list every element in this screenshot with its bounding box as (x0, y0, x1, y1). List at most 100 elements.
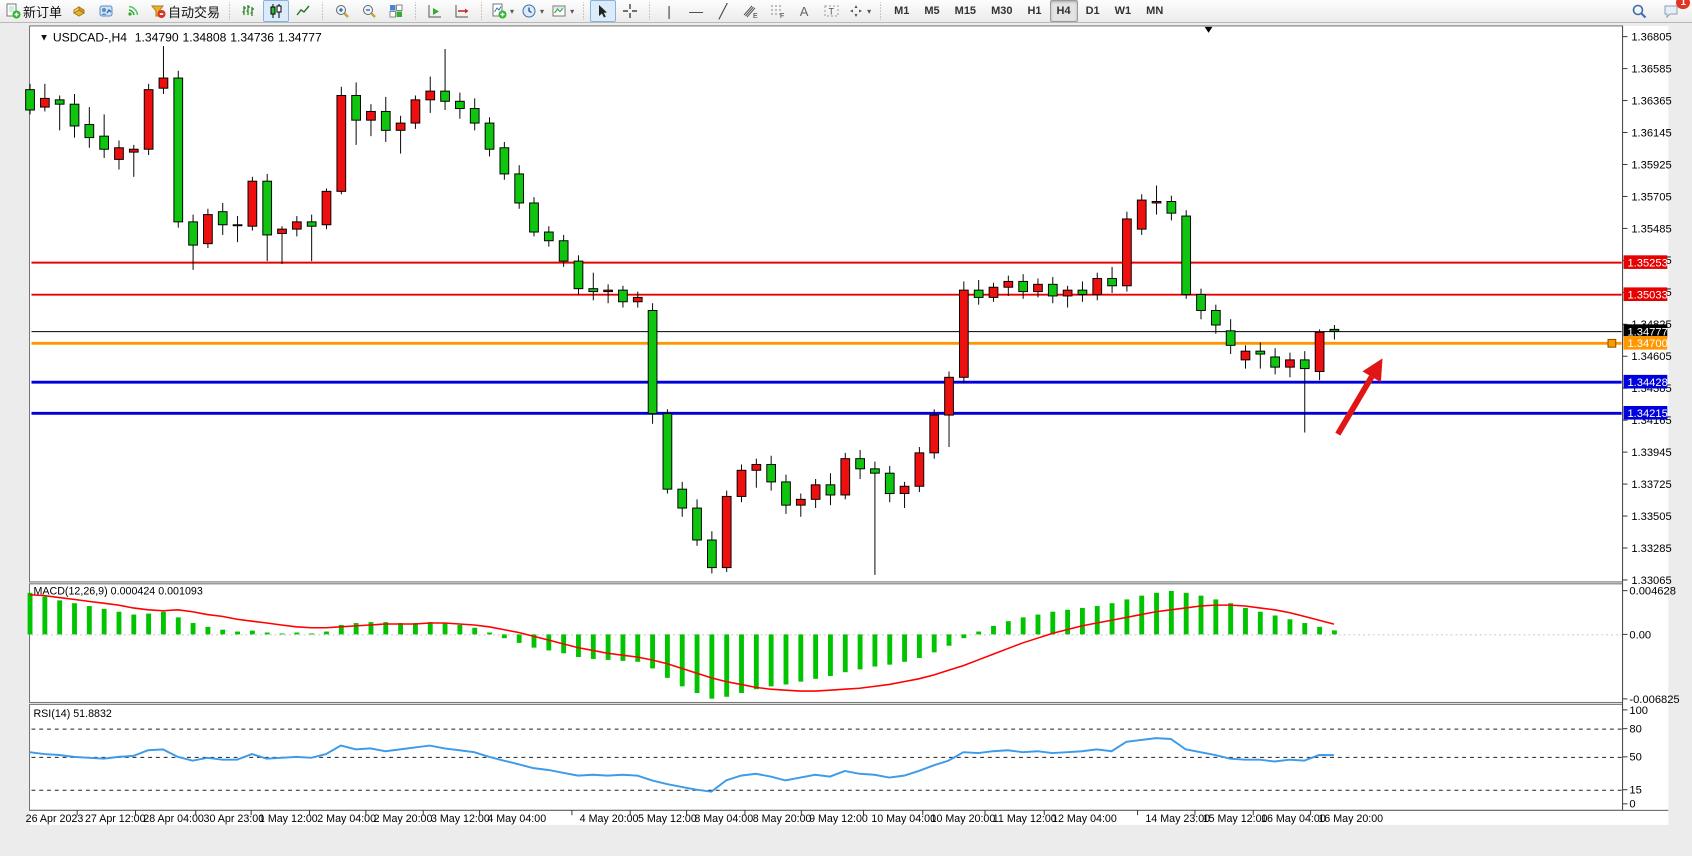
candle-body-up (633, 297, 642, 301)
time-axis-label: 28 Apr 04:00 (143, 813, 204, 825)
macd-histogram-bar (369, 622, 374, 634)
time-axis-label: 4 May 04:00 (487, 813, 546, 825)
market-button[interactable] (66, 0, 92, 22)
cursor-tool-button[interactable] (590, 0, 616, 22)
toolbar-grip (478, 2, 485, 20)
macd-histogram-bar (354, 623, 359, 634)
macd-histogram-bar (1036, 615, 1041, 635)
candle (248, 177, 257, 231)
candle-body-up (426, 91, 435, 100)
indicators-button[interactable]: ▾ (488, 0, 517, 22)
macd-histogram-bar (917, 634, 922, 658)
crosshair-tool-button[interactable] (617, 0, 643, 22)
time-axis-label: 8 May 04:00 (694, 813, 753, 825)
candle-body-down (767, 464, 776, 481)
timeframe-h1[interactable]: H1 (1020, 0, 1048, 22)
rsi-axis-label: 80 (1629, 724, 1641, 736)
candle-body-down (871, 469, 880, 473)
candle-body-down (648, 310, 657, 413)
macd-histogram-bar (250, 631, 255, 635)
macd-histogram-bar (220, 630, 225, 635)
templates-button[interactable]: ▾ (548, 0, 577, 22)
auto-scroll-icon (427, 3, 443, 19)
svg-text:F: F (780, 13, 784, 19)
price-axis-label: 1.33285 (1631, 543, 1671, 555)
candle-body-up (292, 222, 301, 229)
macd-histogram-bar (146, 614, 151, 635)
line-chart-button[interactable] (290, 0, 316, 22)
fibonacci-tool-button[interactable]: F (764, 0, 790, 22)
timeframe-m5[interactable]: M5 (917, 0, 946, 22)
candle-body-up (322, 191, 331, 224)
candlestick-chart-button[interactable] (263, 0, 289, 22)
timeframe-h4[interactable]: H4 (1050, 0, 1078, 22)
auto-scroll-button[interactable] (422, 0, 448, 22)
candle-body-up (1093, 279, 1102, 295)
tile-windows-button[interactable] (383, 0, 409, 22)
channel-tool-button[interactable]: E (737, 0, 763, 22)
timeframe-mn[interactable]: MN (1139, 0, 1170, 22)
candle-body-down (974, 290, 983, 297)
autotrading-button[interactable]: 自动交易 (147, 0, 223, 22)
periods-button[interactable]: ▾ (518, 0, 547, 22)
text-tool-button[interactable]: A (791, 0, 817, 22)
macd-histogram-bar (57, 600, 62, 634)
vertical-line-tool-button[interactable]: | (656, 0, 682, 22)
chevron-down-icon: ▾ (867, 7, 871, 16)
orange-level-line-handle[interactable] (1608, 339, 1616, 347)
indicators-icon (491, 3, 507, 19)
bar-chart-button[interactable] (236, 0, 262, 22)
macd-pane[interactable] (30, 584, 1623, 703)
price-axis-label: 1.35705 (1631, 191, 1671, 203)
chart-canvas[interactable]: 1.368051.365851.363651.361451.359251.357… (0, 24, 1692, 856)
label-tool-button[interactable]: T (818, 0, 844, 22)
time-axis-label: 9 May 12:00 (809, 813, 868, 825)
candle-body-down (441, 91, 450, 101)
open-value: 1.34790 (135, 30, 179, 44)
search-button[interactable] (1626, 0, 1652, 22)
macd-histogram-bar (754, 634, 759, 689)
svg-text:E: E (753, 13, 758, 19)
macd-histogram-bar (976, 632, 981, 635)
time-axis-label: 3 May 12:00 (431, 813, 490, 825)
trendline-tool-button[interactable]: ╱ (710, 0, 736, 22)
price-axis-label: 1.36365 (1631, 95, 1671, 107)
candle-body-down (470, 109, 479, 124)
arrows-tool-button[interactable]: ▾ (845, 0, 874, 22)
candle-body-down (1182, 216, 1191, 294)
candlestick-icon (268, 3, 284, 19)
timeframe-m1[interactable]: M1 (887, 0, 916, 22)
macd-histogram-bar (1258, 612, 1263, 635)
candle-body-up (1137, 200, 1146, 229)
chart-menu-arrow[interactable]: ▼ (39, 33, 49, 44)
price-axis-label: 1.36585 (1631, 63, 1671, 75)
macd-histogram-bar (1050, 612, 1055, 635)
timeframe-d1[interactable]: D1 (1079, 0, 1107, 22)
symbol-label: USDCAD-,H4 (53, 30, 127, 44)
signal-button[interactable] (120, 0, 146, 22)
timeframe-m15[interactable]: M15 (948, 0, 983, 22)
macd-histogram-bar (1021, 617, 1026, 634)
chart-shift-button[interactable] (449, 0, 475, 22)
chat-button[interactable]: 1 (1658, 0, 1684, 22)
timeframe-m30[interactable]: M30 (984, 0, 1019, 22)
toolbar-grip (412, 2, 419, 20)
low-value: 1.34736 (230, 30, 274, 44)
timeframe-w1[interactable]: W1 (1108, 0, 1139, 22)
rsi-label: RSI(14) 51.8832 (33, 708, 111, 720)
profile-button[interactable] (93, 0, 119, 22)
zoom-out-button[interactable] (356, 0, 382, 22)
macd-histogram-bar (650, 634, 655, 668)
autotrading-icon (150, 3, 166, 19)
zoom-in-button[interactable] (329, 0, 355, 22)
rsi-axis-label: 100 (1629, 705, 1648, 717)
candle-body-down (544, 232, 553, 241)
horizontal-line-icon: — (689, 4, 703, 18)
main-price-pane[interactable] (30, 26, 1623, 582)
horizontal-line-tool-button[interactable]: — (683, 0, 709, 22)
candle (648, 303, 657, 424)
time-axis-label: 27 Apr 12:00 (85, 813, 146, 825)
candle-body-down (619, 290, 628, 302)
macd-histogram-bar (1243, 608, 1248, 634)
new-order-button[interactable]: 新订单 (2, 0, 65, 22)
